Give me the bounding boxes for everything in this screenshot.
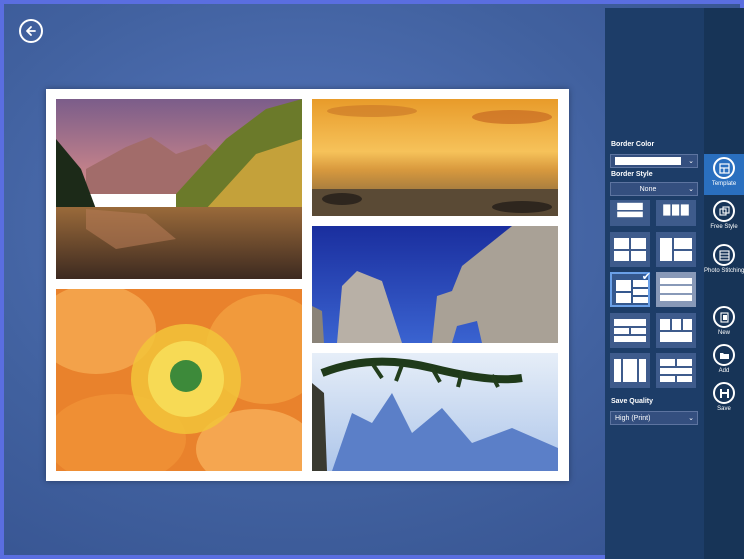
border-color-picker[interactable]: ⌄ (610, 154, 698, 168)
save-quality-select[interactable]: High (Print) ⌄ (610, 411, 698, 425)
template-6[interactable] (656, 272, 696, 307)
template-4[interactable] (656, 232, 696, 267)
app-window: Border Color ⌄ Border Style None ⌄ ✔ Sav… (0, 0, 744, 559)
template-10[interactable] (656, 353, 696, 388)
pine-mountain-photo[interactable] (312, 353, 558, 471)
mountain-lake-photo[interactable] (56, 99, 302, 279)
template-icon (718, 162, 730, 174)
photo-stitching-icon (718, 249, 730, 261)
new-icon (719, 311, 729, 323)
back-button[interactable] (19, 19, 43, 43)
photo-stitching-command-label: Photo Stitching (704, 268, 744, 274)
chevron-down-icon: ⌄ (688, 415, 694, 422)
layout-panel: Border Color ⌄ Border Style None ⌄ ✔ Sav… (605, 8, 704, 559)
rock-arch-photo[interactable] (312, 226, 558, 343)
save-quality-label: Save Quality (611, 398, 654, 405)
border-color-label: Border Color (611, 141, 655, 148)
add-command[interactable]: Add (704, 344, 744, 374)
template-8[interactable] (656, 313, 696, 348)
save-icon (719, 388, 729, 398)
photo-stitching-command[interactable]: Photo Stitching (704, 244, 744, 274)
save-command-label: Save (717, 406, 731, 412)
save-command[interactable]: Save (704, 382, 744, 412)
free-style-command[interactable]: Free Style (704, 200, 744, 230)
template-2[interactable] (656, 200, 696, 226)
free-style-command-label: Free Style (710, 224, 738, 230)
new-command-label: New (717, 330, 730, 336)
template-5[interactable]: ✔ (610, 271, 651, 307)
border-style-select[interactable]: None ⌄ (610, 182, 698, 196)
collage-canvas (46, 89, 569, 481)
folder-icon (719, 352, 729, 359)
back-arrow-icon (26, 26, 36, 36)
command-bar: Template Free Style Photo Stitching New … (704, 8, 744, 559)
orange-flower-photo[interactable] (56, 289, 302, 471)
save-quality-value: High (Print) (615, 414, 651, 422)
template-9[interactable] (610, 353, 650, 388)
border-style-value: None (639, 185, 657, 193)
checkmark-icon: ✔ (641, 271, 651, 283)
template-command[interactable]: Template (704, 154, 744, 195)
border-style-label: Border Style (611, 171, 653, 178)
sunset-sea-photo[interactable] (312, 99, 558, 216)
chevron-down-icon: ⌄ (688, 158, 694, 165)
border-color-swatch (615, 157, 681, 165)
free-style-icon (718, 205, 730, 216)
template-7[interactable] (610, 313, 650, 348)
template-command-label: Template (711, 181, 737, 187)
add-command-label: Add (718, 368, 730, 374)
new-command[interactable]: New (704, 306, 744, 336)
chevron-down-icon: ⌄ (688, 186, 694, 193)
template-1[interactable] (610, 200, 650, 226)
template-3[interactable] (610, 232, 650, 267)
